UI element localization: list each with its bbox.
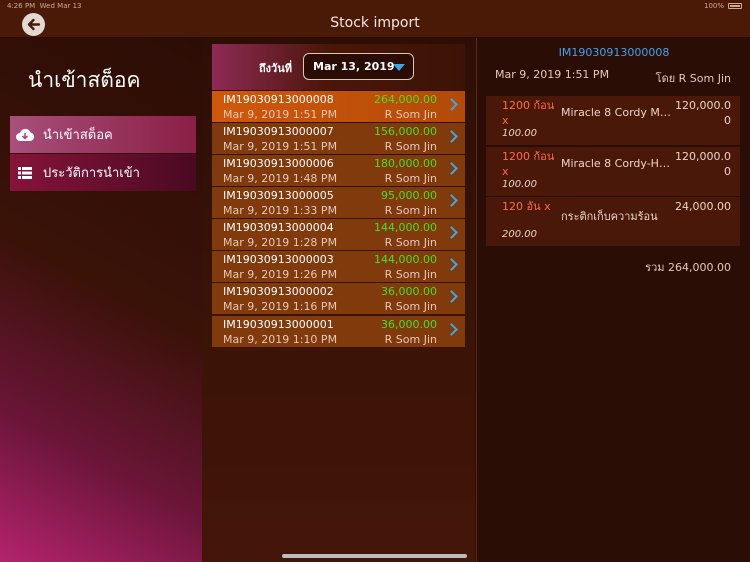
- import-datetime: Mar 9, 2019 1:51 PM: [223, 108, 338, 121]
- import-id: IM19030913000007: [223, 125, 334, 138]
- chevron-right-icon: [445, 258, 458, 271]
- chevron-right-icon: [445, 323, 458, 336]
- detail-line-item: 1200 ก้อน x 100.00 Miracle 8 Cordy-He...…: [486, 147, 740, 196]
- status-bar: 4:26 PM Wed Mar 13 100%: [0, 0, 750, 12]
- line-quantity: 1200 ก้อน x: [502, 99, 555, 127]
- import-id: IM19030913000004: [223, 221, 334, 234]
- import-id: IM19030913000002: [223, 285, 334, 298]
- detail-import-id: IM19030913000008: [558, 46, 670, 59]
- chevron-right-icon: [445, 162, 458, 175]
- line-total: 120,000.00: [675, 99, 731, 127]
- date-filter-header: ถึงวันที่ Mar 13, 2019: [212, 44, 465, 90]
- import-by: R Som Jin: [384, 204, 437, 217]
- sidebar: นำเข้าสต็อค นำเข้าสต็อค ประวัติการนำเข้า: [0, 38, 202, 562]
- import-datetime: Mar 9, 2019 1:10 PM: [223, 333, 338, 346]
- import-amount: 95,000.00: [381, 189, 437, 202]
- import-by: R Som Jin: [384, 172, 437, 185]
- list-item[interactable]: IM19030913000002 36,000.00 Mar 9, 2019 1…: [212, 283, 465, 314]
- chevron-right-icon: [445, 98, 458, 111]
- line-quantity: 120 อัน x: [502, 200, 551, 213]
- import-amount: 180,000.00: [374, 157, 437, 170]
- battery-percent: 100%: [703, 2, 724, 10]
- list-icon: [15, 163, 35, 183]
- import-by: R Som Jin: [384, 140, 437, 153]
- detail-datetime: Mar 9, 2019 1:51 PM: [495, 68, 610, 81]
- list-item[interactable]: IM19030913000001 36,000.00 Mar 9, 2019 1…: [212, 316, 465, 347]
- line-total: 24,000.00: [675, 200, 731, 213]
- detail-total: รวม 264,000.00: [645, 261, 731, 274]
- line-quantity: 1200 ก้อน x: [502, 150, 555, 178]
- import-by: R Som Jin: [384, 300, 437, 313]
- status-time: 4:26 PM Wed Mar 13: [7, 2, 82, 10]
- import-id: IM19030913000001: [223, 318, 334, 331]
- line-unit-price: 200.00: [502, 229, 537, 240]
- line-total: 120,000.00: [675, 150, 731, 178]
- sidebar-item-stock-import[interactable]: นำเข้าสต็อค: [10, 116, 196, 153]
- import-amount: 264,000.00: [374, 93, 437, 106]
- chevron-right-icon: [445, 194, 458, 207]
- list-item[interactable]: IM19030913000006 180,000.00 Mar 9, 2019 …: [212, 155, 465, 186]
- detail-line-item: 1200 ก้อน x 100.00 Miracle 8 Cordy Ma...…: [486, 96, 740, 145]
- list-item[interactable]: IM19030913000007 156,000.00 Mar 9, 2019 …: [212, 123, 465, 154]
- sidebar-title: นำเข้าสต็อค: [28, 68, 141, 92]
- navigation-bar: Stock import: [0, 12, 750, 38]
- import-datetime: Mar 9, 2019 1:16 PM: [223, 300, 338, 313]
- line-product-name: กระติกเก็บความร้อน: [561, 210, 658, 223]
- import-amount: 36,000.00: [381, 318, 437, 331]
- chevron-right-icon: [445, 226, 458, 239]
- import-datetime: Mar 9, 2019 1:51 PM: [223, 140, 338, 153]
- battery-icon: [728, 3, 742, 9]
- line-unit-price: 100.00: [502, 179, 537, 190]
- import-datetime: Mar 9, 2019 1:26 PM: [223, 268, 338, 281]
- import-amount: 144,000.00: [374, 221, 437, 234]
- detail-line-item: 120 อัน x 200.00 กระติกเก็บความร้อน 24,0…: [486, 197, 740, 246]
- cloud-download-icon: [15, 125, 35, 145]
- import-amount: 36,000.00: [381, 285, 437, 298]
- detail-by: โดย R Som Jin: [655, 72, 731, 85]
- date-picker[interactable]: Mar 13, 2019: [303, 53, 414, 80]
- import-detail-panel: IM19030913000008 Mar 9, 2019 1:51 PM โดย…: [476, 38, 750, 562]
- import-id: IM19030913000005: [223, 189, 334, 202]
- import-amount: 144,000.00: [374, 253, 437, 266]
- line-product-name: Miracle 8 Cordy-He...: [561, 157, 675, 170]
- page-title: Stock import: [330, 15, 420, 31]
- date-picker-value: Mar 13, 2019: [313, 60, 395, 73]
- list-item[interactable]: IM19030913000003 144,000.00 Mar 9, 2019 …: [212, 251, 465, 282]
- import-list-panel: ถึงวันที่ Mar 13, 2019 IM19030913000008 …: [202, 38, 475, 562]
- chevron-right-icon: [445, 130, 458, 143]
- import-id: IM19030913000006: [223, 157, 334, 170]
- date-filter-label: ถึงวันที่: [259, 62, 292, 75]
- import-by: R Som Jin: [384, 333, 437, 346]
- line-unit-price: 100.00: [502, 128, 537, 139]
- import-datetime: Mar 9, 2019 1:33 PM: [223, 204, 338, 217]
- caret-down-icon: [393, 64, 405, 71]
- import-by: R Som Jin: [384, 268, 437, 281]
- home-indicator[interactable]: [282, 554, 467, 558]
- import-datetime: Mar 9, 2019 1:48 PM: [223, 172, 338, 185]
- import-amount: 156,000.00: [374, 125, 437, 138]
- line-product-name: Miracle 8 Cordy Ma...: [561, 106, 675, 119]
- sidebar-item-import-history[interactable]: ประวัติการนำเข้า: [10, 154, 196, 191]
- import-id: IM19030913000003: [223, 253, 334, 266]
- import-by: R Som Jin: [384, 108, 437, 121]
- import-datetime: Mar 9, 2019 1:28 PM: [223, 236, 338, 249]
- list-item[interactable]: IM19030913000008 264,000.00 Mar 9, 2019 …: [212, 91, 465, 122]
- list-item[interactable]: IM19030913000005 95,000.00 Mar 9, 2019 1…: [212, 187, 465, 218]
- list-item[interactable]: IM19030913000004 144,000.00 Mar 9, 2019 …: [212, 219, 465, 250]
- chevron-right-icon: [445, 290, 458, 303]
- import-by: R Som Jin: [384, 236, 437, 249]
- sidebar-item-label: ประวัติการนำเข้า: [43, 166, 140, 181]
- sidebar-item-label: นำเข้าสต็อค: [43, 128, 113, 143]
- import-id: IM19030913000008: [223, 93, 334, 106]
